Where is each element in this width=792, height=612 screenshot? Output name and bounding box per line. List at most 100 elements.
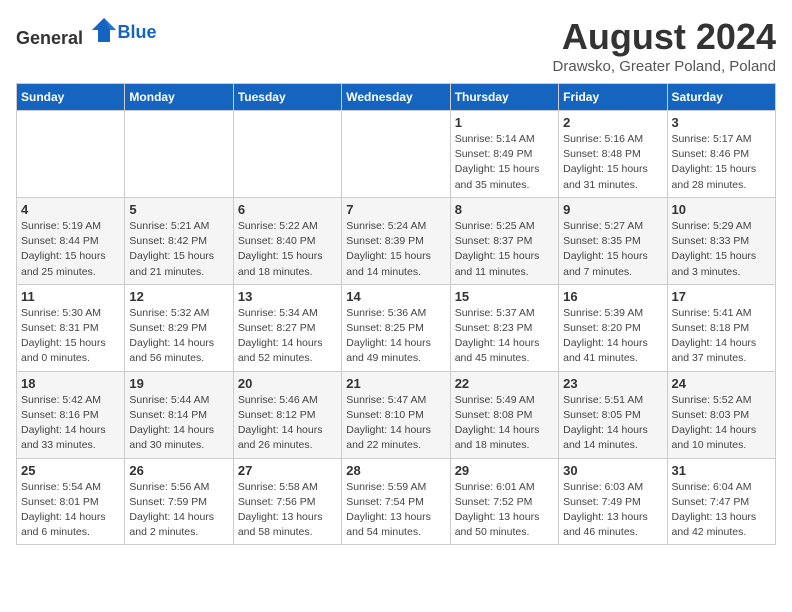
calendar-cell: 8 Sunrise: 5:25 AMSunset: 8:37 PMDaylight… xyxy=(450,197,558,284)
day-number: 14 xyxy=(346,289,445,304)
calendar-cell: 31Sunrise: 6:04 AMSunset: 7:47 PMDayligh… xyxy=(667,458,775,545)
calendar-week-4: 18 Sunrise: 5:42 AMSunset: 8:16 PMDayligh… xyxy=(17,371,776,458)
calendar-week-2: 4 Sunrise: 5:19 AMSunset: 8:44 PMDaylight… xyxy=(17,197,776,284)
day-info: Sunrise: 6:03 AMSunset: 7:49 PMDaylight:… xyxy=(563,480,662,541)
day-info: Sunrise: 5:52 AMSunset: 8:03 PMDaylight:… xyxy=(672,393,771,454)
day-info: Sunrise: 5:21 AMSunset: 8:42 PMDaylight:… xyxy=(129,219,228,280)
day-info: Sunrise: 5:58 AMSunset: 7:56 PMDaylight:… xyxy=(238,480,337,541)
calendar-cell: 2 Sunrise: 5:16 AMSunset: 8:48 PMDaylight… xyxy=(559,111,667,198)
day-number: 8 xyxy=(455,202,554,217)
day-number: 19 xyxy=(129,376,228,391)
page-title: August 2024 xyxy=(553,16,776,58)
calendar-cell: 25 Sunrise: 5:54 AMSunset: 8:01 PMDayligh… xyxy=(17,458,125,545)
logo-blue: Blue xyxy=(118,22,157,42)
day-info: Sunrise: 6:04 AMSunset: 7:47 PMDaylight:… xyxy=(672,480,771,541)
calendar-cell: 5 Sunrise: 5:21 AMSunset: 8:42 PMDaylight… xyxy=(125,197,233,284)
title-area: August 2024 Drawsko, Greater Poland, Pol… xyxy=(553,16,776,75)
calendar-cell: 26 Sunrise: 5:56 AMSunset: 7:59 PMDayligh… xyxy=(125,458,233,545)
calendar-cell: 6Sunrise: 5:22 AMSunset: 8:40 PMDaylight… xyxy=(233,197,341,284)
calendar-cell: 1 Sunrise: 5:14 AMSunset: 8:49 PMDaylight… xyxy=(450,111,558,198)
page-header: General Blue August 2024 Drawsko, Greate… xyxy=(16,16,776,75)
day-number: 10 xyxy=(672,202,771,217)
day-number: 28 xyxy=(346,463,445,478)
weekday-header-sunday: Sunday xyxy=(17,84,125,111)
calendar-cell xyxy=(125,111,233,198)
calendar-table: SundayMondayTuesdayWednesdayThursdayFrid… xyxy=(16,83,776,545)
logo-general: General xyxy=(16,28,83,48)
day-info: Sunrise: 5:36 AMSunset: 8:25 PMDaylight:… xyxy=(346,306,445,367)
day-info: Sunrise: 5:32 AMSunset: 8:29 PMDaylight:… xyxy=(129,306,228,367)
calendar-cell: 3 Sunrise: 5:17 AMSunset: 8:46 PMDaylight… xyxy=(667,111,775,198)
weekday-header-thursday: Thursday xyxy=(450,84,558,111)
day-info: Sunrise: 5:29 AMSunset: 8:33 PMDaylight:… xyxy=(672,219,771,280)
calendar-cell: 11 Sunrise: 5:30 AMSunset: 8:31 PMDayligh… xyxy=(17,284,125,371)
day-number: 27 xyxy=(238,463,337,478)
day-info: Sunrise: 5:59 AMSunset: 7:54 PMDaylight:… xyxy=(346,480,445,541)
calendar-cell: 28 Sunrise: 5:59 AMSunset: 7:54 PMDayligh… xyxy=(342,458,450,545)
day-number: 7 xyxy=(346,202,445,217)
day-info: Sunrise: 5:27 AMSunset: 8:35 PMDaylight:… xyxy=(563,219,662,280)
day-number: 6 xyxy=(238,202,337,217)
weekday-header-friday: Friday xyxy=(559,84,667,111)
day-info: Sunrise: 5:34 AMSunset: 8:27 PMDaylight:… xyxy=(238,306,337,367)
calendar-cell: 22 Sunrise: 5:49 AMSunset: 8:08 PMDayligh… xyxy=(450,371,558,458)
day-number: 18 xyxy=(21,376,120,391)
day-info: Sunrise: 5:42 AMSunset: 8:16 PMDaylight:… xyxy=(21,393,120,454)
calendar-cell: 14 Sunrise: 5:36 AMSunset: 8:25 PMDayligh… xyxy=(342,284,450,371)
day-number: 26 xyxy=(129,463,228,478)
day-info: Sunrise: 5:19 AMSunset: 8:44 PMDaylight:… xyxy=(21,219,120,280)
weekday-header-tuesday: Tuesday xyxy=(233,84,341,111)
day-number: 5 xyxy=(129,202,228,217)
day-number: 23 xyxy=(563,376,662,391)
calendar-cell: 10 Sunrise: 5:29 AMSunset: 8:33 PMDayligh… xyxy=(667,197,775,284)
day-number: 24 xyxy=(672,376,771,391)
calendar-cell: 23Sunrise: 5:51 AMSunset: 8:05 PMDayligh… xyxy=(559,371,667,458)
day-info: Sunrise: 5:17 AMSunset: 8:46 PMDaylight:… xyxy=(672,132,771,193)
calendar-cell: 16 Sunrise: 5:39 AMSunset: 8:20 PMDayligh… xyxy=(559,284,667,371)
calendar-cell: 30Sunrise: 6:03 AMSunset: 7:49 PMDayligh… xyxy=(559,458,667,545)
calendar-cell: 15Sunrise: 5:37 AMSunset: 8:23 PMDayligh… xyxy=(450,284,558,371)
logo-icon xyxy=(90,16,118,44)
day-info: Sunrise: 5:30 AMSunset: 8:31 PMDaylight:… xyxy=(21,306,120,367)
calendar-cell: 19 Sunrise: 5:44 AMSunset: 8:14 PMDayligh… xyxy=(125,371,233,458)
day-info: Sunrise: 5:24 AMSunset: 8:39 PMDaylight:… xyxy=(346,219,445,280)
day-number: 29 xyxy=(455,463,554,478)
day-info: Sunrise: 6:01 AMSunset: 7:52 PMDaylight:… xyxy=(455,480,554,541)
day-info: Sunrise: 5:25 AMSunset: 8:37 PMDaylight:… xyxy=(455,219,554,280)
calendar-week-5: 25 Sunrise: 5:54 AMSunset: 8:01 PMDayligh… xyxy=(17,458,776,545)
day-number: 17 xyxy=(672,289,771,304)
day-number: 2 xyxy=(563,115,662,130)
calendar-cell: 13Sunrise: 5:34 AMSunset: 8:27 PMDayligh… xyxy=(233,284,341,371)
day-info: Sunrise: 5:54 AMSunset: 8:01 PMDaylight:… xyxy=(21,480,120,541)
day-number: 1 xyxy=(455,115,554,130)
calendar-cell: 9 Sunrise: 5:27 AMSunset: 8:35 PMDaylight… xyxy=(559,197,667,284)
day-info: Sunrise: 5:46 AMSunset: 8:12 PMDaylight:… xyxy=(238,393,337,454)
calendar-cell xyxy=(342,111,450,198)
day-number: 4 xyxy=(21,202,120,217)
day-info: Sunrise: 5:14 AMSunset: 8:49 PMDaylight:… xyxy=(455,132,554,193)
calendar-cell: 12Sunrise: 5:32 AMSunset: 8:29 PMDayligh… xyxy=(125,284,233,371)
calendar-cell: 20 Sunrise: 5:46 AMSunset: 8:12 PMDayligh… xyxy=(233,371,341,458)
day-info: Sunrise: 5:16 AMSunset: 8:48 PMDaylight:… xyxy=(563,132,662,193)
day-info: Sunrise: 5:47 AMSunset: 8:10 PMDaylight:… xyxy=(346,393,445,454)
day-number: 3 xyxy=(672,115,771,130)
calendar-cell: 24 Sunrise: 5:52 AMSunset: 8:03 PMDayligh… xyxy=(667,371,775,458)
day-number: 25 xyxy=(21,463,120,478)
calendar-cell: 17Sunrise: 5:41 AMSunset: 8:18 PMDayligh… xyxy=(667,284,775,371)
day-number: 16 xyxy=(563,289,662,304)
day-info: Sunrise: 5:49 AMSunset: 8:08 PMDaylight:… xyxy=(455,393,554,454)
day-info: Sunrise: 5:56 AMSunset: 7:59 PMDaylight:… xyxy=(129,480,228,541)
weekday-header-monday: Monday xyxy=(125,84,233,111)
calendar-week-3: 11 Sunrise: 5:30 AMSunset: 8:31 PMDayligh… xyxy=(17,284,776,371)
day-number: 22 xyxy=(455,376,554,391)
day-number: 9 xyxy=(563,202,662,217)
day-number: 11 xyxy=(21,289,120,304)
day-info: Sunrise: 5:39 AMSunset: 8:20 PMDaylight:… xyxy=(563,306,662,367)
weekday-header-saturday: Saturday xyxy=(667,84,775,111)
calendar-cell: 18 Sunrise: 5:42 AMSunset: 8:16 PMDayligh… xyxy=(17,371,125,458)
day-number: 15 xyxy=(455,289,554,304)
day-number: 20 xyxy=(238,376,337,391)
calendar-cell xyxy=(233,111,341,198)
calendar-cell: 4 Sunrise: 5:19 AMSunset: 8:44 PMDaylight… xyxy=(17,197,125,284)
day-info: Sunrise: 5:44 AMSunset: 8:14 PMDaylight:… xyxy=(129,393,228,454)
